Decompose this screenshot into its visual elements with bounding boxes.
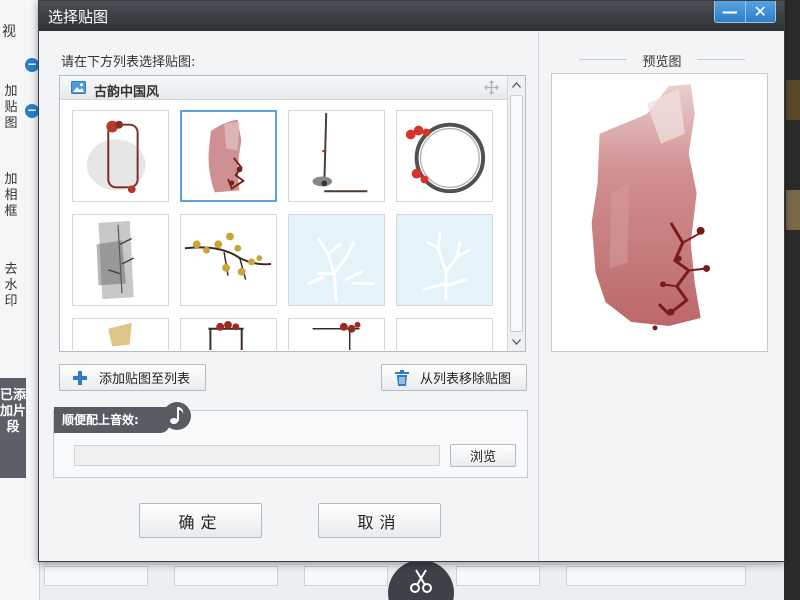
white-branch-thumbnail (422, 231, 471, 301)
ink-branch-thumbnail (312, 112, 368, 193)
sticker-thumbnail[interactable] (180, 110, 277, 202)
sound-effect-label: 顺便配上音效: (62, 413, 139, 427)
category-header[interactable]: 古韵中国风 (60, 76, 508, 100)
category-label: 古韵中国风 (94, 85, 160, 100)
preview-title: 预览图 (642, 55, 682, 70)
background-right-thumb (786, 190, 800, 230)
red-ink-plum-thumbnail (208, 119, 245, 193)
red-ink-plum-preview (591, 84, 711, 331)
gold-brush-thumbnail (108, 322, 132, 347)
music-note-icon (163, 402, 191, 430)
sticker-thumbnail[interactable] (396, 110, 493, 202)
remove-sticker-button[interactable]: 从列表移除贴图 (381, 364, 527, 391)
preview-header: 预览图 (539, 49, 785, 70)
blank-thumbnail (397, 319, 492, 350)
move-icon[interactable] (484, 80, 499, 95)
background-bottom-cell (44, 566, 148, 586)
sticker-thumbnail[interactable] (72, 214, 169, 306)
sticker-thumbnail[interactable] (72, 110, 169, 202)
list-scrollbar[interactable] (507, 76, 525, 351)
background-bottom-cell (566, 566, 746, 586)
chevron-up-icon (512, 82, 521, 88)
sticker-thumbnail[interactable] (288, 214, 385, 306)
minimize-button[interactable]: — (715, 1, 745, 22)
sticker-thumbnail[interactable] (180, 318, 277, 350)
sticker-thumbnail[interactable] (396, 318, 493, 350)
sticker-thumbnail[interactable] (72, 318, 169, 350)
ink-bamboo-thumbnail (96, 220, 135, 300)
trash-icon (395, 369, 409, 386)
ink-ring-clouds-thumbnail (405, 122, 486, 194)
background-side-label-watermark[interactable]: 去水印 (0, 262, 22, 310)
sound-effect-panel: 顺便配上音效: 浏览 (53, 402, 528, 478)
plus-icon (73, 370, 87, 385)
sticker-list-pane: 请在下方列表选择贴图: 古韵中国风 添加贴图至列表 从列表移除贴图 顺便配上音效… (39, 31, 538, 561)
background-right-thumb (786, 80, 800, 120)
preview-image (551, 73, 768, 352)
scroll-thumb[interactable] (510, 95, 523, 332)
background-top-tabs: 视 (0, 12, 40, 48)
background-bottom-cell (304, 566, 388, 586)
cloud-gate-thumbnail (208, 320, 244, 350)
window-controls: — ✕ (714, 1, 776, 23)
cloud-pole-thumbnail (312, 321, 361, 350)
sticker-thumbnail[interactable] (180, 214, 277, 306)
background-side-label-frame[interactable]: 加相框 (0, 172, 22, 220)
browse-button[interactable]: 浏览 (450, 444, 516, 467)
remove-sticker-label: 从列表移除贴图 (420, 372, 512, 387)
cancel-button[interactable]: 取消 (318, 503, 441, 538)
image-icon (71, 81, 86, 94)
white-coral-thumbnail (307, 237, 375, 303)
preview-pane: 预览图 (538, 31, 784, 561)
background-tab-video[interactable]: 视 (2, 21, 16, 41)
add-sticker-button[interactable]: 添加贴图至列表 (59, 364, 206, 391)
background-bottom-cell (456, 566, 540, 586)
scroll-up-arrow[interactable] (508, 77, 525, 93)
sticker-thumbnail[interactable] (288, 110, 385, 202)
sticker-thumbnail[interactable] (396, 214, 493, 306)
close-button[interactable]: ✕ (744, 1, 775, 22)
ok-button[interactable]: 确定 (139, 503, 262, 538)
scissors-icon (410, 569, 432, 593)
gold-plum-blossom-thumbnail (184, 232, 272, 280)
select-sticker-dialog: 选择贴图 — ✕ 请在下方列表选择贴图: 古韵中国风 添加贴图至列表 从列表移除… (38, 0, 785, 562)
background-side-label-sticker[interactable]: 加贴图 (0, 84, 22, 132)
added-clips-tab[interactable]: 已添加片段 (0, 378, 26, 478)
sticker-list: 古韵中国风 (59, 75, 526, 352)
sound-path-input[interactable] (74, 445, 440, 466)
background-bottom-cell (174, 566, 278, 586)
add-sticker-label: 添加贴图至列表 (99, 372, 191, 387)
background-collapse-icon[interactable]: − (25, 58, 39, 72)
list-prompt: 请在下方列表选择贴图: (61, 55, 196, 70)
seal-frame-thumbnail (86, 120, 146, 194)
background-collapse-icon[interactable]: − (25, 104, 39, 118)
sticker-thumbnail[interactable] (288, 318, 385, 350)
thumbnail-grid (72, 110, 500, 350)
scroll-down-arrow[interactable] (508, 334, 525, 350)
dialog-title: 选择贴图 (48, 8, 109, 26)
dialog-titlebar[interactable]: 选择贴图 — ✕ (39, 1, 784, 31)
sound-effect-tab: 顺便配上音效: (54, 407, 170, 433)
chevron-down-icon (512, 339, 521, 345)
